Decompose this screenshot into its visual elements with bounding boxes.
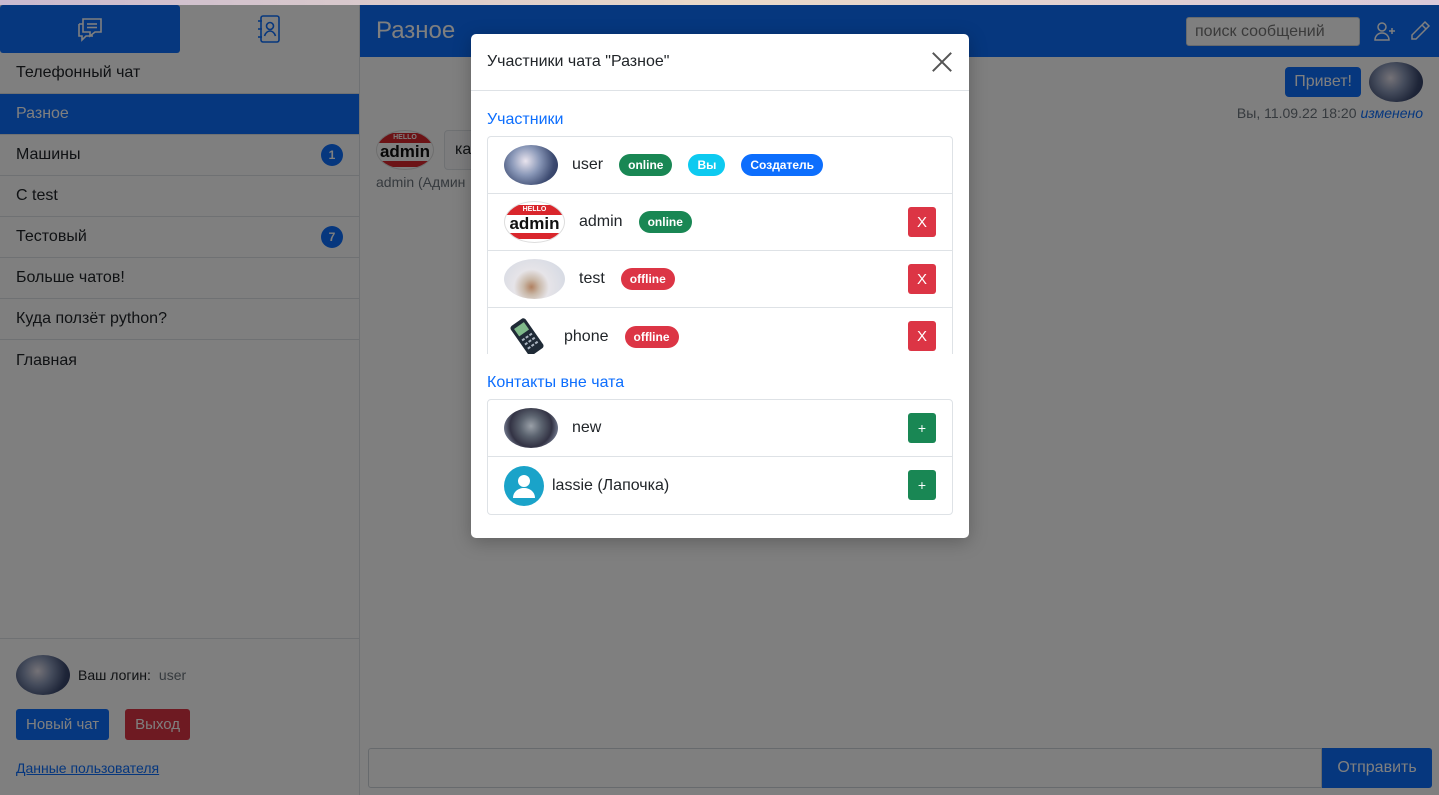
status-badge: online xyxy=(619,154,673,176)
close-icon[interactable] xyxy=(931,51,953,73)
contact-avatar xyxy=(504,408,558,448)
creator-badge: Создатель xyxy=(741,154,824,176)
person-icon xyxy=(513,474,535,498)
modal-header: Участники чата "Разное" xyxy=(471,34,969,91)
remove-participant-button[interactable]: X xyxy=(908,207,936,237)
participant-avatar xyxy=(504,145,558,185)
add-contact-button[interactable]: + xyxy=(908,470,936,500)
status-badge: offline xyxy=(624,325,679,348)
contacts-list: new + lassie (Лапочка) + xyxy=(487,399,953,515)
participant-row: user online Вы Создатель xyxy=(488,137,952,194)
participants-heading: Участники xyxy=(487,111,564,128)
participant-name: phone xyxy=(564,327,609,345)
add-contact-button[interactable]: + xyxy=(908,413,936,443)
status-badge: offline xyxy=(620,268,675,290)
chat-members-modal: Участники чата "Разное" Участники user o… xyxy=(471,34,969,538)
default-user-avatar xyxy=(504,465,544,506)
contact-row: new + xyxy=(488,400,952,457)
participant-avatar xyxy=(504,259,565,299)
modal-title: Участники чата "Разное" xyxy=(487,53,670,70)
contacts-heading: Контакты вне чата xyxy=(487,374,625,391)
participant-row: HELLO admin admin online X xyxy=(488,194,952,251)
remove-participant-button[interactable]: X xyxy=(908,321,936,351)
participants-list: user online Вы Создатель HELLO admin adm… xyxy=(487,136,953,354)
participant-name: admin xyxy=(579,213,623,230)
contact-name: new xyxy=(572,419,602,436)
contact-name: lassie (Лапочка) xyxy=(552,476,670,494)
status-badge: online xyxy=(638,211,692,233)
phone-icon xyxy=(510,317,544,354)
avatar-name-text: admin xyxy=(509,214,560,233)
you-badge: Вы xyxy=(688,154,726,176)
participant-name: test xyxy=(579,270,605,287)
participant-name: user xyxy=(572,156,604,173)
participant-row: phone offline X xyxy=(488,308,952,354)
remove-participant-button[interactable]: X xyxy=(908,264,936,294)
participant-row: test offline X xyxy=(488,251,952,308)
participant-avatar: HELLO admin xyxy=(504,201,565,243)
contact-row: lassie (Лапочка) + xyxy=(488,457,952,514)
